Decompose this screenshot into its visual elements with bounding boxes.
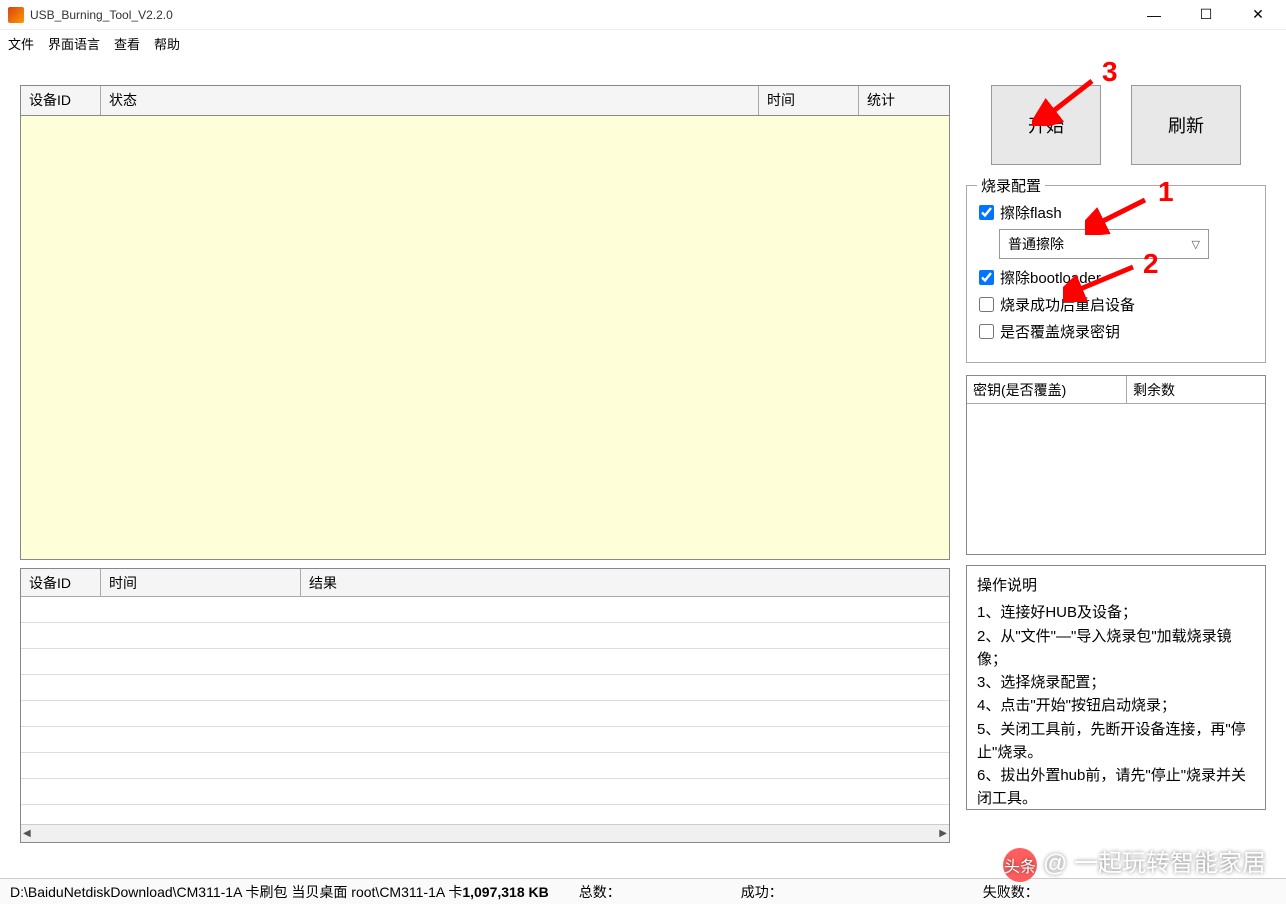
close-button[interactable]: ✕ — [1238, 1, 1278, 29]
table-row — [21, 597, 949, 623]
instruction-line: 5、关闭工具前，先断开设备连接，再"停止"烧录。 — [977, 718, 1255, 765]
col-time[interactable]: 时间 — [759, 86, 859, 115]
instructions-panel: 操作说明 1、连接好HUB及设备； 2、从"文件"—"导入烧录包"加载烧录镜像；… — [966, 565, 1266, 810]
col-stat[interactable]: 统计 — [859, 86, 949, 115]
instruction-line: 2、从"文件"—"导入烧录包"加载烧录镜像； — [977, 625, 1255, 672]
erase-bootloader-label: 擦除bootloader — [1000, 267, 1101, 288]
start-button[interactable]: 开始 — [991, 85, 1101, 165]
col2-time[interactable]: 时间 — [101, 569, 301, 596]
reboot-after-label: 烧录成功后重启设备 — [1000, 294, 1135, 315]
erase-flash-checkbox[interactable] — [979, 205, 994, 220]
menu-language[interactable]: 界面语言 — [48, 34, 100, 53]
status-fail: 失败数： — [983, 882, 1039, 902]
minimize-button[interactable]: — — [1134, 1, 1174, 29]
instruction-line: 4、点击"开始"按钮启动烧录； — [977, 694, 1255, 717]
col-device-id[interactable]: 设备ID — [21, 86, 101, 115]
erase-mode-value: 普通擦除 — [1008, 234, 1064, 254]
table-row — [21, 753, 949, 779]
col2-device-id[interactable]: 设备ID — [21, 569, 101, 596]
key-col-overwrite[interactable]: 密钥(是否覆盖) — [967, 376, 1127, 403]
table-row — [21, 727, 949, 753]
table-row — [21, 779, 949, 805]
chevron-down-icon: ▽ — [1192, 238, 1200, 251]
status-success: 成功： — [741, 882, 783, 902]
status-path: D:\BaiduNetdiskDownload\CM311-1A 卡刷包 当贝桌… — [10, 882, 549, 902]
device-status-body — [21, 116, 949, 559]
horizontal-scrollbar[interactable]: ◀ ▶ — [21, 824, 949, 842]
menu-file[interactable]: 文件 — [8, 34, 34, 53]
config-title: 烧录配置 — [977, 175, 1045, 196]
scroll-right-icon[interactable]: ▶ — [939, 828, 947, 839]
maximize-button[interactable]: ☐ — [1186, 1, 1226, 29]
table-row — [21, 623, 949, 649]
table-row — [21, 701, 949, 727]
erase-bootloader-checkbox[interactable] — [979, 270, 994, 285]
result-table: 设备ID 时间 结果 ◀ ▶ — [20, 568, 950, 843]
scroll-left-icon[interactable]: ◀ — [23, 828, 31, 839]
reboot-after-checkbox[interactable] — [979, 297, 994, 312]
refresh-button[interactable]: 刷新 — [1131, 85, 1241, 165]
title-bar: USB_Burning_Tool_V2.2.0 — ☐ ✕ — [0, 0, 1286, 30]
key-table: 密钥(是否覆盖) 剩余数 — [966, 375, 1266, 555]
status-bar: D:\BaiduNetdiskDownload\CM311-1A 卡刷包 当贝桌… — [0, 878, 1286, 904]
instruction-line: 1、连接好HUB及设备； — [977, 601, 1255, 624]
col2-result[interactable]: 结果 — [301, 569, 949, 596]
burn-config-panel: 烧录配置 擦除flash 普通擦除 ▽ 擦除bootloader 烧录成功后重启… — [966, 185, 1266, 363]
device-status-table: 设备ID 状态 时间 统计 — [20, 85, 950, 560]
erase-mode-dropdown[interactable]: 普通擦除 ▽ — [999, 229, 1209, 259]
instruction-line: 3、选择烧录配置； — [977, 671, 1255, 694]
instruction-line: 6、拔出外置hub前，请先"停止"烧录并关闭工具。 — [977, 764, 1255, 811]
overwrite-key-label: 是否覆盖烧录密钥 — [1000, 321, 1120, 342]
menu-help[interactable]: 帮助 — [154, 34, 180, 53]
table-row — [21, 649, 949, 675]
result-body — [21, 597, 949, 824]
table-row — [21, 675, 949, 701]
menu-view[interactable]: 查看 — [114, 34, 140, 53]
window-title: USB_Burning_Tool_V2.2.0 — [30, 8, 1134, 22]
erase-flash-label: 擦除flash — [1000, 202, 1062, 223]
status-total: 总数： — [579, 882, 621, 902]
overwrite-key-checkbox[interactable] — [979, 324, 994, 339]
instructions-title: 操作说明 — [977, 574, 1255, 597]
menu-bar: 文件 界面语言 查看 帮助 — [0, 30, 1286, 56]
key-col-remaining[interactable]: 剩余数 — [1127, 376, 1265, 403]
app-icon — [8, 7, 24, 23]
col-status[interactable]: 状态 — [101, 86, 759, 115]
